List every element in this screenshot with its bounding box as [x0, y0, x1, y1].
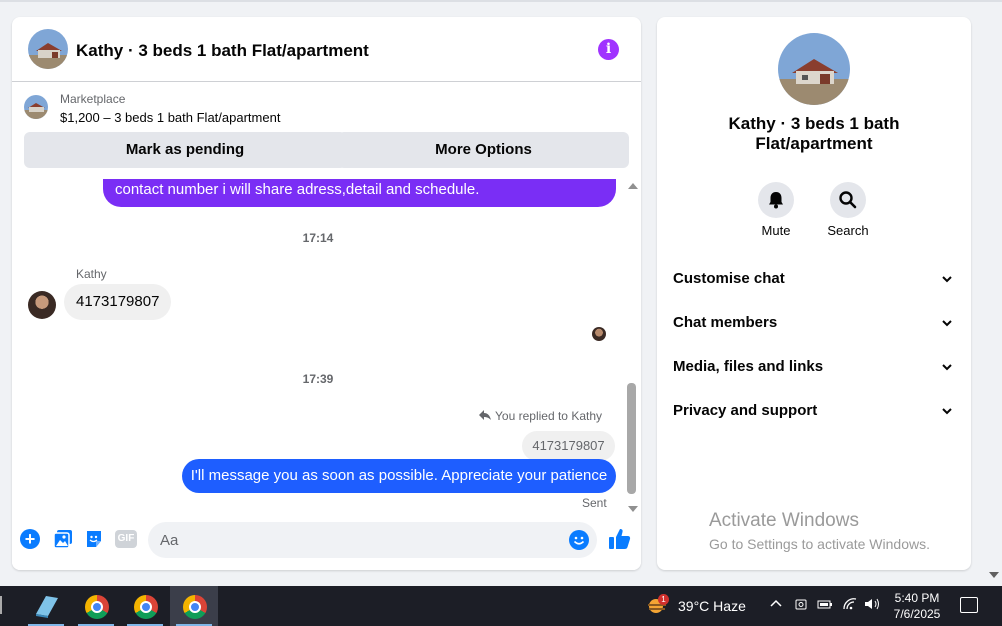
taskbar-edge — [0, 596, 2, 614]
chrome-profile-icon[interactable] — [121, 586, 169, 626]
sticker-icon[interactable] — [84, 529, 104, 549]
mute-button[interactable] — [758, 182, 794, 218]
chevron-down-icon — [942, 364, 952, 371]
mute-label: Mute — [761, 223, 791, 238]
photo-icon[interactable] — [53, 529, 73, 549]
chat-header: Kathy · 3 beds 1 bath Flat/apartment i — [12, 17, 641, 82]
chevron-down-icon — [942, 408, 952, 415]
scrollbar[interactable] — [624, 179, 641, 516]
taskbar: 1 39°C Haze 5:40 PM 7/6/2025 — [0, 586, 1002, 626]
section-label: Privacy and support — [673, 402, 818, 419]
wifi-icon[interactable] — [842, 597, 858, 614]
chevron-up-icon[interactable] — [769, 597, 783, 614]
listing-title[interactable]: $1,200 – 3 beds 1 bath Flat/apartment — [60, 110, 280, 125]
scroll-down-arrow[interactable] — [628, 506, 638, 512]
privacy-support-section[interactable]: Privacy and support — [673, 396, 955, 426]
chrome-active-icon[interactable] — [170, 586, 218, 626]
watermark-subtitle: Go to Settings to activate Windows. — [709, 536, 930, 552]
sender-name: Kathy — [76, 267, 107, 281]
listing-thumbnail[interactable] — [24, 95, 48, 119]
message-bubble-incoming[interactable]: 4173179807 — [64, 284, 172, 320]
composer: + GIF — [12, 516, 641, 570]
gif-icon[interactable]: GIF — [115, 530, 137, 548]
marketplace-banner: Marketplace $1,200 – 3 beds 1 bath Flat/… — [12, 83, 641, 179]
message-input[interactable] — [148, 522, 597, 558]
media-files-links-section[interactable]: Media, files and links — [673, 352, 955, 382]
section-label: Chat members — [673, 314, 778, 331]
clock-date: 7/6/2025 — [893, 607, 941, 621]
search-icon — [839, 191, 857, 209]
like-icon[interactable] — [608, 527, 632, 551]
profile-title: Kathy · 3 beds 1 bath Flat/apartment — [728, 114, 900, 153]
reply-indicator: You replied to Kathy — [479, 409, 602, 423]
activate-windows-watermark: Activate Windows Go to Settings to activ… — [709, 510, 930, 552]
plus-icon[interactable]: + — [20, 529, 40, 549]
camera-icon[interactable] — [794, 597, 808, 614]
customise-chat-section[interactable]: Customise chat — [673, 264, 955, 294]
weather-text[interactable]: 39°C Haze — [678, 598, 746, 614]
mark-as-pending-button[interactable]: Mark as pending — [24, 132, 346, 168]
profile-avatar[interactable] — [778, 33, 850, 105]
section-label: Customise chat — [673, 270, 785, 287]
notes-app-icon[interactable] — [22, 586, 70, 626]
message-list: contact number i will share adress,detai… — [12, 179, 641, 516]
quoted-message[interactable]: 4173179807 — [522, 431, 615, 461]
message-bubble-outgoing[interactable]: contact number i will share adress,detai… — [103, 179, 616, 207]
sender-avatar[interactable] — [28, 291, 56, 319]
chat-avatar[interactable] — [28, 29, 68, 69]
timestamp: 17:14 — [302, 231, 334, 245]
chat-title[interactable]: Kathy · 3 beds 1 bath Flat/apartment — [76, 41, 369, 61]
bell-icon — [769, 192, 783, 209]
weather-badge: 1 — [658, 594, 669, 605]
top-border — [0, 0, 1002, 2]
scrollbar-thumb[interactable] — [627, 383, 636, 494]
page-scroll-down-arrow[interactable] — [989, 572, 999, 578]
message-status: Sent — [582, 496, 607, 510]
section-label: Media, files and links — [673, 358, 824, 375]
clock-time: 5:40 PM — [894, 591, 940, 605]
search-button[interactable] — [830, 182, 866, 218]
emoji-icon[interactable] — [569, 530, 589, 550]
chrome-icon[interactable] — [72, 586, 120, 626]
info-icon[interactable]: i — [598, 39, 619, 60]
scroll-up-arrow[interactable] — [628, 183, 638, 189]
chevron-down-icon — [942, 320, 952, 327]
search-label: Search — [827, 223, 869, 238]
timestamp: 17:39 — [302, 372, 334, 386]
more-options-button[interactable]: More Options — [338, 132, 629, 168]
message-bubble-outgoing[interactable]: I'll message you as soon as possible. Ap… — [182, 459, 616, 493]
chat-members-section[interactable]: Chat members — [673, 308, 955, 338]
system-clock[interactable]: 5:40 PM 7/6/2025 — [892, 590, 942, 622]
battery-icon[interactable] — [817, 597, 833, 614]
notification-icon[interactable] — [960, 597, 978, 613]
reply-indicator-text: You replied to Kathy — [495, 409, 602, 423]
marketplace-label: Marketplace — [60, 92, 126, 106]
read-receipt-avatar — [592, 327, 606, 341]
chat-details-panel: Kathy · 3 beds 1 bath Flat/apartment Mut… — [657, 17, 971, 570]
watermark-title: Activate Windows — [709, 510, 859, 531]
chat-panel: Kathy · 3 beds 1 bath Flat/apartment i M… — [12, 17, 641, 570]
volume-icon[interactable] — [864, 597, 882, 614]
chevron-down-icon — [942, 276, 952, 283]
reply-icon — [479, 409, 492, 423]
